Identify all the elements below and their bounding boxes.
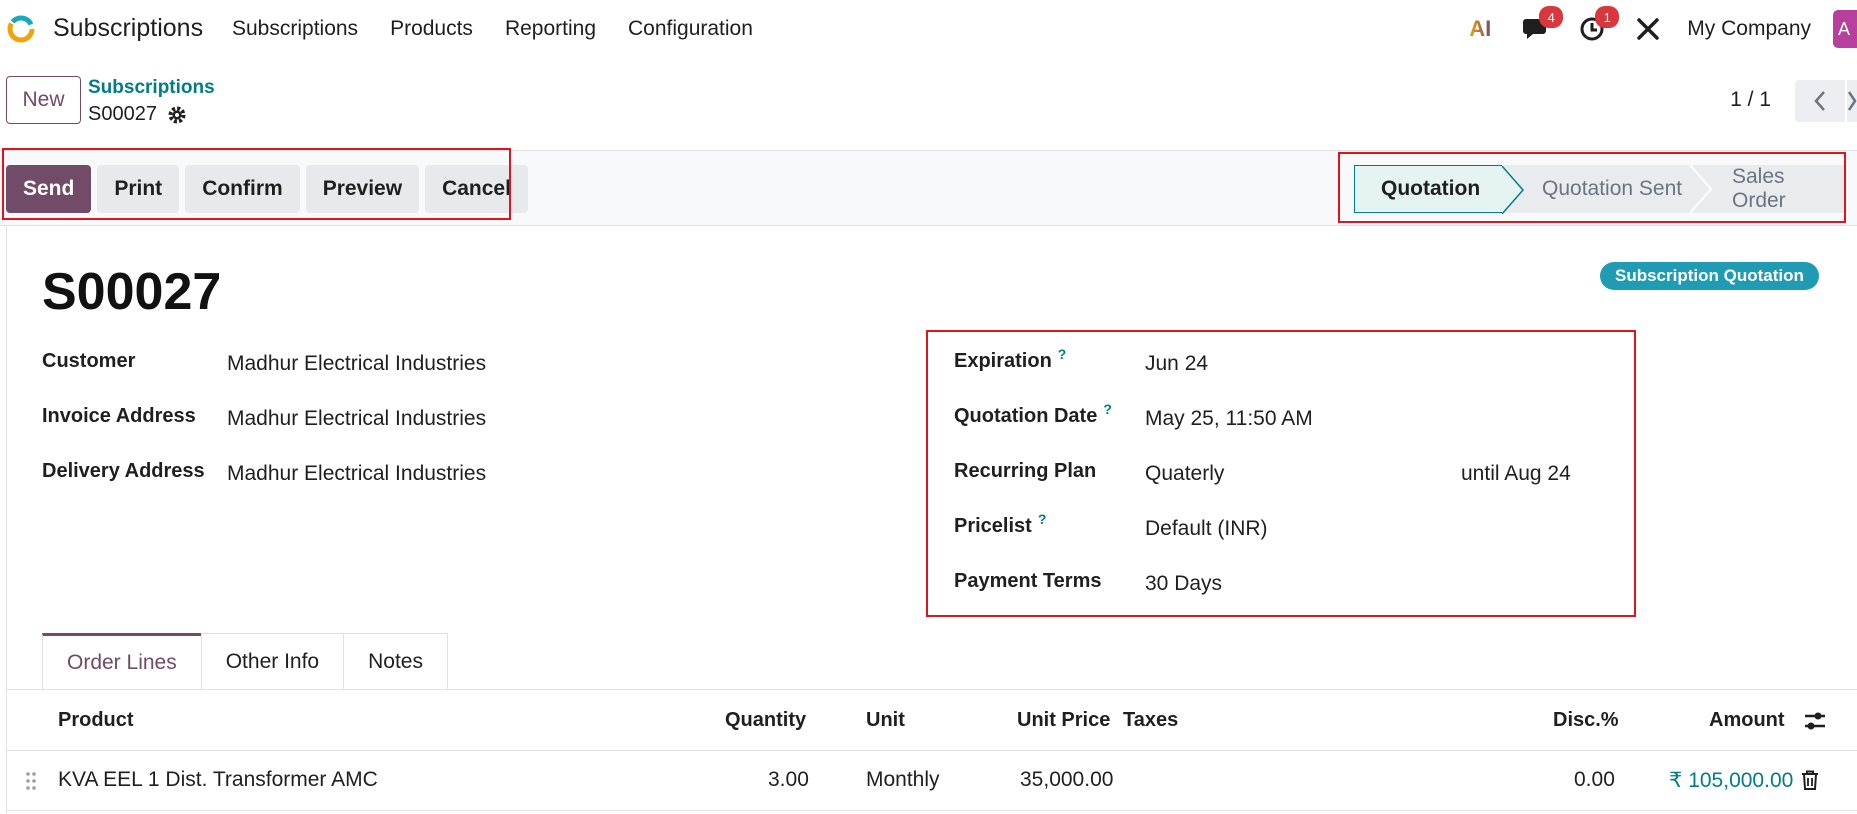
stage-statusbar: Quotation Quotation Sent Sales Order xyxy=(1354,165,1844,214)
optional-columns-icon[interactable] xyxy=(1803,710,1827,737)
messages-badge: 4 xyxy=(1539,6,1564,28)
action-buttons: Send Print Confirm Preview Cancel xyxy=(6,165,528,213)
print-button[interactable]: Print xyxy=(97,165,180,213)
column-header-taxes[interactable]: Taxes xyxy=(1123,709,1178,732)
chevron-right-icon xyxy=(1847,91,1857,111)
recurring-plan-label: Recurring Plan xyxy=(954,460,1097,482)
tab-other-info[interactable]: Other Info xyxy=(200,633,345,690)
stage-quotation[interactable]: Quotation xyxy=(1354,165,1524,214)
send-button[interactable]: Send xyxy=(6,165,92,213)
user-avatar[interactable]: A xyxy=(1833,10,1857,48)
delivery-address-field[interactable]: Madhur Electrical Industries xyxy=(227,462,486,486)
menu-item-subscriptions[interactable]: Subscriptions xyxy=(232,17,358,41)
expiration-label: Expiration? xyxy=(954,346,1067,372)
pricelist-field[interactable]: Default (INR) xyxy=(1145,517,1268,541)
status-badge: Subscription Quotation xyxy=(1600,262,1819,290)
column-header-product[interactable]: Product xyxy=(58,709,134,732)
chevron-left-icon xyxy=(1814,91,1825,111)
systray: AI 4 1 My Company A xyxy=(1463,6,1857,50)
table-row-divider xyxy=(6,810,1857,811)
menu-item-reporting[interactable]: Reporting xyxy=(505,17,596,41)
stage-sales-order[interactable]: Sales Order xyxy=(1690,165,1844,213)
trash-icon[interactable] xyxy=(1801,770,1819,795)
stage-quotation-sent[interactable]: Quotation Sent xyxy=(1502,165,1712,213)
tools-icon[interactable] xyxy=(1631,12,1665,46)
delivery-address-label: Delivery Address xyxy=(42,460,205,482)
quotation-date-label: Quotation Date? xyxy=(954,401,1112,427)
customer-label: Customer xyxy=(42,350,136,372)
tab-order-lines[interactable]: Order Lines xyxy=(42,633,202,690)
table-header-divider xyxy=(6,750,1857,751)
tab-divider xyxy=(6,689,1857,690)
ai-icon[interactable]: AI xyxy=(1463,12,1497,46)
menu-item-configuration[interactable]: Configuration xyxy=(628,17,753,41)
cell-amount: ₹ 105,000.00 xyxy=(1669,769,1794,792)
drag-handle-icon[interactable] xyxy=(25,771,37,796)
breadcrumb-current: S00027 xyxy=(88,103,187,126)
main-menu: Subscriptions Products Reporting Configu… xyxy=(232,17,785,41)
activities-badge: 1 xyxy=(1595,6,1620,28)
invoice-address-field[interactable]: Madhur Electrical Industries xyxy=(227,407,486,431)
recurring-plan-field[interactable]: Quaterly xyxy=(1145,462,1224,486)
pager-value[interactable]: 1 / 1 xyxy=(1730,88,1771,112)
app-name[interactable]: Subscriptions xyxy=(53,14,203,43)
invoice-address-label: Invoice Address xyxy=(42,405,196,427)
confirm-button[interactable]: Confirm xyxy=(185,165,300,213)
expiration-field[interactable]: Jun 24 xyxy=(1145,352,1208,376)
column-header-quantity[interactable]: Quantity xyxy=(725,709,806,732)
preview-button[interactable]: Preview xyxy=(305,165,420,213)
customer-field[interactable]: Madhur Electrical Industries xyxy=(227,352,486,376)
menu-item-products[interactable]: Products xyxy=(390,17,473,41)
column-header-disc[interactable]: Disc.% xyxy=(1553,709,1619,732)
payment-terms-label: Payment Terms xyxy=(954,570,1102,592)
quotation-date-field[interactable]: May 25, 11:50 AM xyxy=(1145,407,1313,431)
messages-icon[interactable]: 4 xyxy=(1519,6,1564,46)
notebook-tabs: Order Lines Other Info Notes xyxy=(42,633,448,690)
column-header-unit-price[interactable]: Unit Price xyxy=(1017,709,1110,732)
cancel-button[interactable]: Cancel xyxy=(425,165,528,213)
cell-quantity[interactable]: 3.00 xyxy=(768,768,809,792)
top-navbar: Subscriptions Subscriptions Products Rep… xyxy=(0,0,1857,58)
stage-arrow-icon xyxy=(1502,166,1524,214)
cell-unit[interactable]: Monthly xyxy=(866,768,940,792)
app-logo-icon[interactable] xyxy=(6,14,36,44)
help-icon[interactable]: ? xyxy=(1058,346,1067,362)
help-icon[interactable]: ? xyxy=(1038,511,1047,527)
payment-terms-field[interactable]: 30 Days xyxy=(1145,572,1222,596)
help-icon[interactable]: ? xyxy=(1103,401,1112,417)
plan-until-date[interactable]: until Aug 24 xyxy=(1461,462,1571,486)
activities-clock-icon[interactable]: 1 xyxy=(1575,6,1620,46)
gear-icon[interactable] xyxy=(167,105,187,125)
cell-disc[interactable]: 0.00 xyxy=(1574,768,1615,792)
company-switcher[interactable]: My Company xyxy=(1687,17,1811,41)
pricelist-label: Pricelist? xyxy=(954,511,1047,537)
cell-unit-price[interactable]: 35,000.00 xyxy=(1020,768,1113,792)
record-title: S00027 xyxy=(42,263,222,321)
column-header-unit[interactable]: Unit xyxy=(866,709,905,732)
cell-product[interactable]: KVA EEL 1 Dist. Transformer AMC xyxy=(58,768,378,792)
tab-notes[interactable]: Notes xyxy=(343,633,448,690)
pager-previous-button[interactable] xyxy=(1795,80,1845,122)
breadcrumb-current-label: S00027 xyxy=(88,103,157,125)
new-button[interactable]: New xyxy=(6,76,81,124)
pager-next-button[interactable] xyxy=(1847,80,1857,122)
stage-arrow-icon xyxy=(1690,165,1712,213)
breadcrumb-parent[interactable]: Subscriptions xyxy=(88,77,215,99)
column-header-amount[interactable]: Amount xyxy=(1709,709,1785,732)
